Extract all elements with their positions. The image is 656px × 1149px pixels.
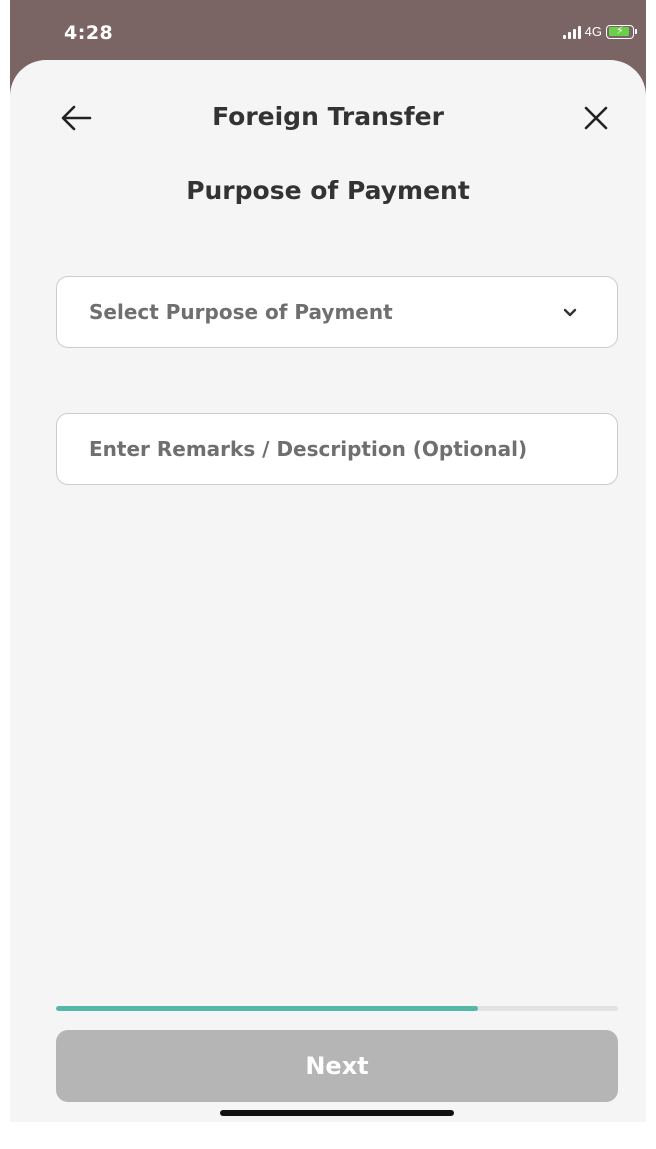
purpose-select-value: Select Purpose of Payment bbox=[89, 300, 393, 324]
signal-icon bbox=[562, 25, 581, 39]
remarks-input[interactable] bbox=[57, 414, 617, 484]
close-icon bbox=[584, 106, 608, 130]
battery-charging-icon: ⚡ bbox=[606, 24, 637, 39]
header-title: Foreign Transfer bbox=[212, 102, 444, 131]
status-indicators: 4G ⚡ bbox=[562, 24, 637, 39]
progress-bar bbox=[56, 1006, 618, 1011]
close-button[interactable] bbox=[578, 100, 614, 136]
home-indicator bbox=[220, 1110, 454, 1116]
chevron-down-icon bbox=[563, 308, 577, 317]
remarks-field[interactable] bbox=[56, 413, 618, 485]
progress-fill bbox=[56, 1006, 478, 1011]
next-button[interactable]: Next bbox=[56, 1030, 618, 1102]
purpose-of-payment-select[interactable]: Select Purpose of Payment bbox=[56, 276, 618, 348]
network-type: 4G bbox=[584, 24, 602, 39]
page-title: Purpose of Payment bbox=[186, 176, 470, 205]
status-time: 4:28 bbox=[64, 22, 114, 44]
modal-sheet: Foreign Transfer Purpose of Payment Sele… bbox=[10, 60, 646, 1122]
